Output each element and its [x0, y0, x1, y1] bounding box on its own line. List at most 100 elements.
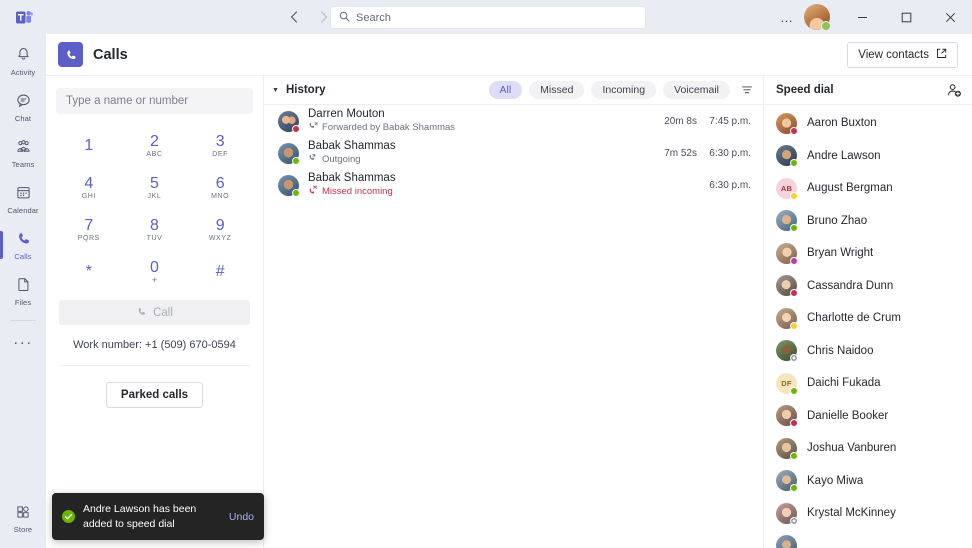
add-person-icon[interactable]: [947, 83, 962, 98]
filter-pill-voicemail[interactable]: Voicemail: [663, 81, 730, 99]
calls-app-icon: [58, 42, 83, 67]
list-item[interactable]: DF Daichi Fukada: [764, 367, 972, 400]
dialpad-key-6[interactable]: 6 MNO: [190, 170, 250, 206]
key-letters: MNO: [211, 192, 230, 200]
toast-notification: Andre Lawson has been added to speed dia…: [52, 493, 264, 540]
sidebar-item-chat[interactable]: Chat: [0, 84, 46, 130]
close-button[interactable]: [928, 0, 972, 34]
dialpad-key-1[interactable]: 1: [59, 128, 119, 164]
key-digit: 4: [84, 175, 94, 192]
list-item[interactable]: Bryan Wright: [764, 237, 972, 270]
rail-more-button[interactable]: ···: [0, 325, 46, 359]
rail-bottom: Store: [0, 496, 46, 548]
table-row[interactable]: Babak Shammas Outgoing 7m 52s 6:30 p.m.: [264, 137, 763, 169]
search-icon: [339, 9, 350, 27]
contact-name: Aaron Buxton: [807, 117, 877, 130]
key-digit: 3: [215, 133, 225, 150]
list-item[interactable]: Kayo Miwa: [764, 465, 972, 498]
toast-message: Andre Lawson has been added to speed dia…: [83, 503, 197, 530]
list-item[interactable]: Chris Naidoo: [764, 335, 972, 368]
dial-input-placeholder: Type a name or number: [66, 95, 189, 107]
contact-name: August Bergman: [807, 182, 893, 195]
undo-button[interactable]: Undo: [229, 511, 254, 523]
filter-pill-incoming[interactable]: Incoming: [591, 81, 657, 99]
dialpad-key-4[interactable]: 4 GHI: [59, 170, 119, 206]
sidebar-item-label: Calls: [14, 251, 32, 261]
parked-calls-button[interactable]: Parked calls: [105, 382, 204, 408]
dialpad-key-2[interactable]: 2 ABC: [124, 128, 184, 164]
sidebar-item-calendar[interactable]: Calendar: [0, 176, 46, 222]
dial-input[interactable]: Type a name or number: [56, 88, 253, 114]
filter-pill-missed[interactable]: Missed: [529, 81, 585, 99]
key-letters: GHI: [81, 192, 96, 200]
maximize-button[interactable]: [884, 0, 928, 34]
contact-name: Chris Naidoo: [807, 344, 874, 357]
table-row[interactable]: Babak Shammas Missed incoming 6:30 p.m.: [264, 169, 763, 201]
chevron-down-icon[interactable]: ▼: [272, 87, 279, 94]
avatar: [278, 142, 300, 165]
presence-badge: [292, 156, 300, 165]
sidebar-item-label: Teams: [11, 159, 35, 169]
list-item[interactable]: Bruno Zhao: [764, 205, 972, 238]
filter-pill-all[interactable]: All: [488, 81, 523, 99]
teams-logo-icon: [0, 9, 48, 26]
page-header: Calls View contacts: [46, 34, 972, 76]
view-contacts-button[interactable]: View contacts: [847, 41, 958, 68]
caller-name: Darren Mouton: [308, 107, 385, 120]
history-list: Darren Mouton Forwarded by Babak Shammas…: [264, 105, 763, 548]
list-item[interactable]: Joshua Vanburen: [764, 432, 972, 465]
back-button[interactable]: [284, 7, 304, 27]
dialpad-key-0[interactable]: 0 +: [124, 254, 184, 290]
caller-name: Babak Shammas: [308, 171, 396, 184]
key-plus: +: [151, 275, 158, 286]
history-title: History: [285, 84, 326, 96]
dialpad-key-7[interactable]: 7 PQRS: [59, 212, 119, 248]
key-digit: 1: [84, 137, 94, 155]
call-detail: Missed incoming: [308, 185, 396, 199]
caller-name: Babak Shammas: [308, 139, 396, 152]
call-detail: Outgoing: [308, 153, 396, 167]
dialpad-key-5[interactable]: 5 JKL: [124, 170, 184, 206]
key-digit: 8: [150, 217, 159, 234]
sidebar-item-calls[interactable]: Calls: [0, 222, 46, 268]
list-item[interactable]: Aaron Buxton: [764, 107, 972, 140]
sidebar-item-teams[interactable]: Teams: [0, 130, 46, 176]
chat-icon: [15, 92, 32, 114]
list-item[interactable]: Charlotte de Crum: [764, 302, 972, 335]
list-item[interactable]: [764, 530, 972, 548]
rail-divider: [10, 320, 36, 321]
speed-dial-list: Aaron Buxton Andre Lawson AB August Berg…: [764, 105, 972, 548]
call-detail-label: Outgoing: [322, 154, 361, 166]
call-outgoing-icon: [308, 153, 318, 167]
dialpad-key-9[interactable]: 9 WXYZ: [190, 212, 250, 248]
dialpad-key-hash[interactable]: #: [190, 254, 250, 290]
dialpad-key-star[interactable]: *: [59, 254, 119, 290]
teams-people-icon: [15, 138, 32, 160]
sidebar-item-store[interactable]: Store: [0, 496, 46, 542]
key-letters: JKL: [147, 192, 162, 200]
list-item[interactable]: Andre Lawson: [764, 140, 972, 173]
table-row[interactable]: Darren Mouton Forwarded by Babak Shammas…: [264, 105, 763, 137]
list-item[interactable]: Cassandra Dunn: [764, 270, 972, 303]
presence-badge: [790, 516, 798, 525]
list-item[interactable]: AB August Bergman: [764, 172, 972, 205]
speed-dial-title: Speed dial: [776, 84, 834, 96]
list-item[interactable]: Danielle Booker: [764, 400, 972, 433]
sidebar-item-files[interactable]: Files: [0, 268, 46, 314]
minimize-button[interactable]: [840, 0, 884, 34]
history-nav: [284, 7, 334, 27]
key-digit: 9: [215, 217, 225, 234]
sidebar-item-activity[interactable]: Activity: [0, 38, 46, 84]
search-input[interactable]: Search: [330, 6, 646, 29]
settings-more-button[interactable]: …: [774, 0, 800, 34]
dialpad-key-8[interactable]: 8 TUV: [124, 212, 184, 248]
avatar[interactable]: [804, 4, 831, 31]
key-digit: *: [85, 263, 92, 281]
filter-icon[interactable]: [741, 84, 753, 96]
key-digit: 2: [150, 133, 159, 150]
dialpad-key-3[interactable]: 3 DEF: [190, 128, 250, 164]
list-item[interactable]: Krystal McKinney: [764, 497, 972, 530]
call-forwarded-icon: [308, 121, 318, 135]
avatar: [776, 437, 798, 460]
call-button[interactable]: Call: [59, 300, 250, 325]
